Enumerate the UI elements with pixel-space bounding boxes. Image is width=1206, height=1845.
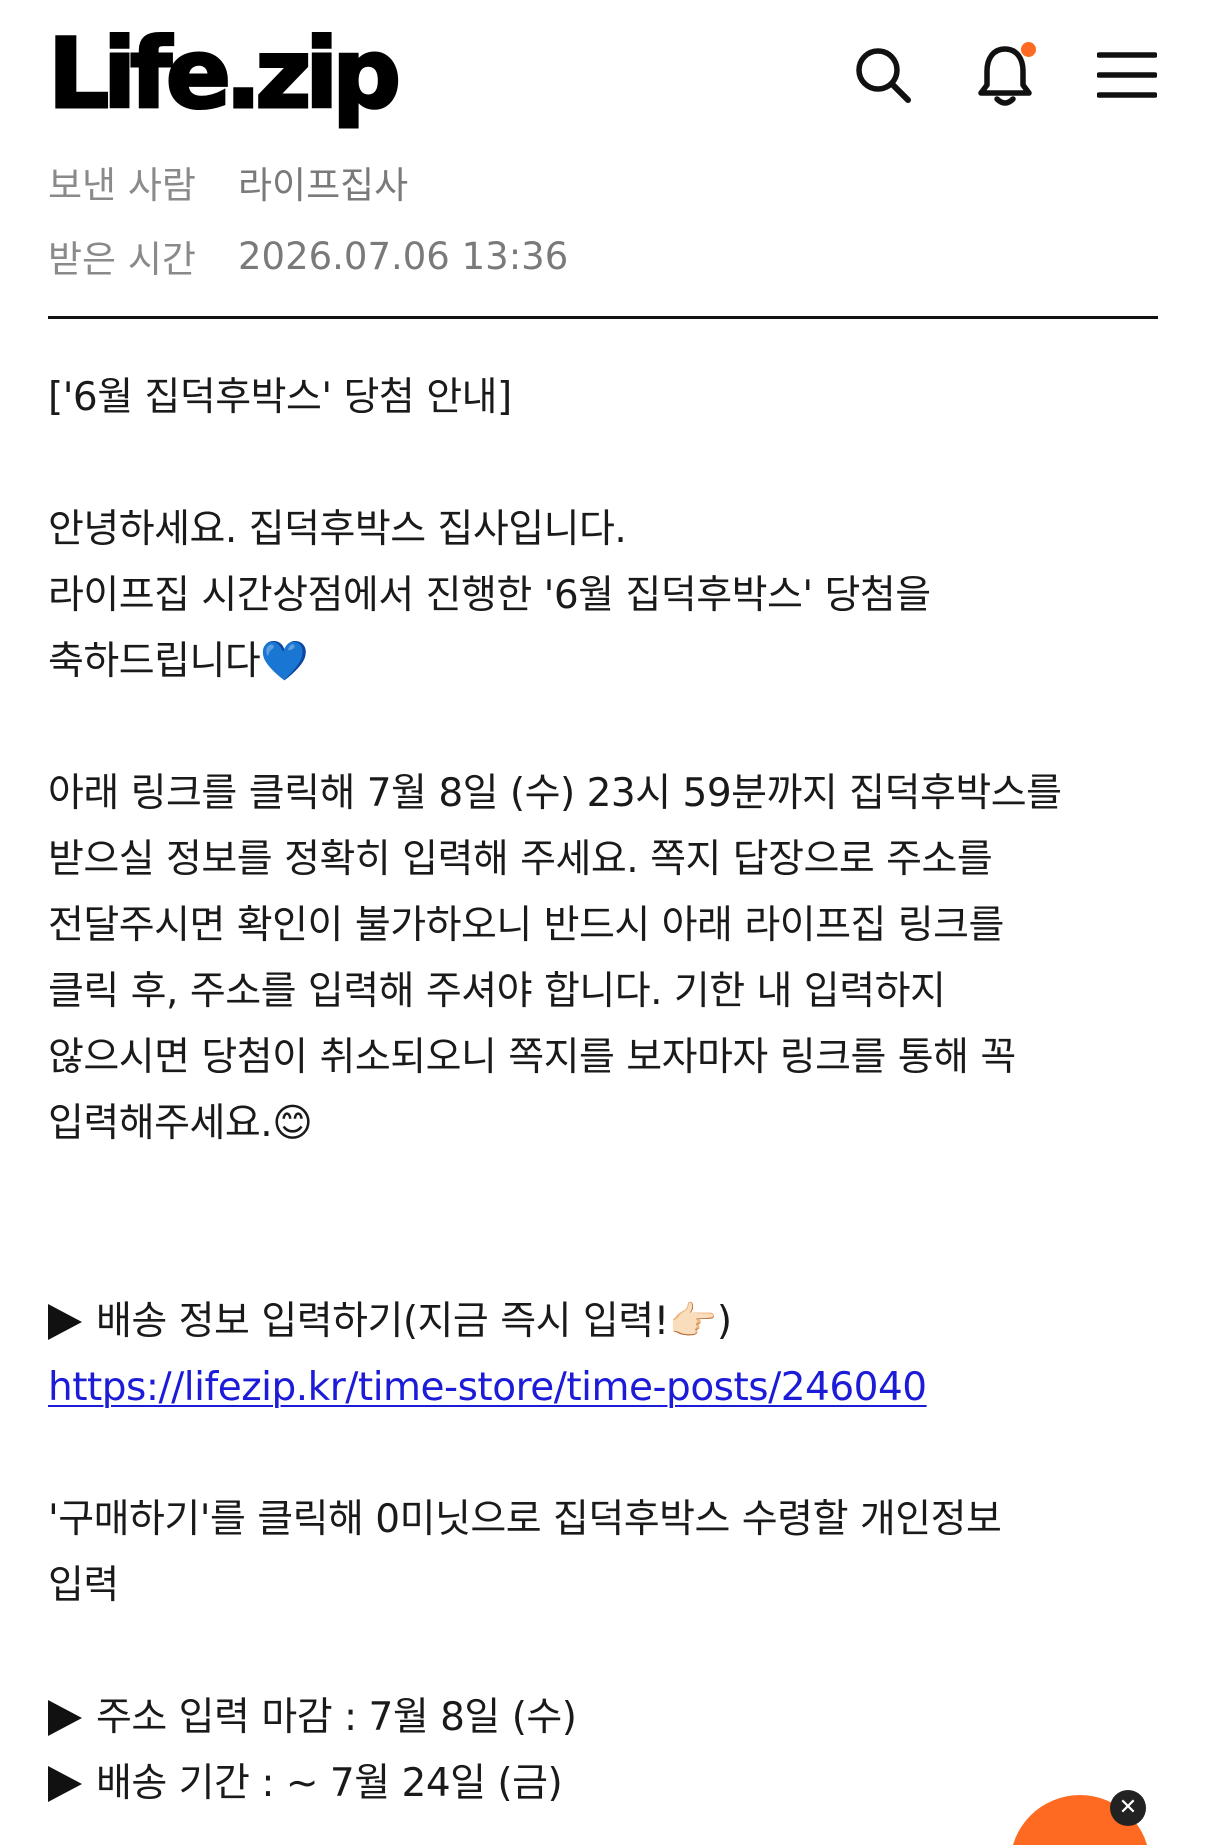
body-line: 라이프집 시간상점에서 진행한 '6월 집덕후박스' 당첨을 xyxy=(48,573,931,618)
app-logo[interactable]: Life.zip xyxy=(47,21,403,128)
app-header: Life.zip xyxy=(47,21,1158,132)
body-line: 아래 링크를 클릭해 7월 8일 (수) 23시 59분까지 집덕후박스를 xyxy=(48,771,1062,816)
sender-value: 라이프집사 xyxy=(238,164,409,207)
body-line: 전달주시면 확인이 불가하오니 반드시 아래 라이프집 링크를 xyxy=(48,903,1004,948)
message-body: ['6월 집덕후박스' 당첨 안내] 안녕하세요. 집덕후박스 집사입니다. 라… xyxy=(48,365,1170,1817)
search-icon[interactable] xyxy=(852,44,914,106)
triangle-bullet-icon xyxy=(48,1700,82,1736)
delivery-row: 배송 기간 : ~ 7월 24일 (금) xyxy=(48,1751,1170,1817)
shipping-info-row: 배송 정보 입력하기(지금 즉시 입력!👉🏻) xyxy=(48,1289,1170,1355)
triangle-bullet-icon xyxy=(48,1766,82,1802)
shipping-info-label: 배송 정보 입력하기(지금 즉시 입력!👉🏻) xyxy=(96,1299,732,1344)
greeting-line: 안녕하세요. 집덕후박스 집사입니다. xyxy=(48,507,627,552)
menu-icon[interactable] xyxy=(1096,44,1158,106)
delivery-text: 배송 기간 : ~ 7월 24일 (금) xyxy=(96,1761,563,1806)
triangle-bullet-icon xyxy=(48,1304,82,1340)
sender-row: 보낸 사람 라이프집사 xyxy=(48,145,568,219)
deadline-row: 주소 입력 마감 : 7월 8일 (수) xyxy=(48,1685,1170,1751)
message-title: ['6월 집덕후박스' 당첨 안내] xyxy=(48,375,512,420)
body-line: 입력해주세요.😊 xyxy=(48,1101,313,1146)
close-icon[interactable]: ✕ xyxy=(1110,1790,1146,1826)
deadline-text: 주소 입력 마감 : 7월 8일 (수) xyxy=(96,1695,577,1740)
body-line: 받으실 정보를 정확히 입력해 주세요. 쪽지 답장으로 주소를 xyxy=(48,837,993,882)
bell-icon[interactable] xyxy=(974,42,1036,106)
header-actions xyxy=(852,42,1158,106)
instruction-line: 입력 xyxy=(48,1563,119,1608)
body-line: 축하드립니다💙 xyxy=(48,639,309,684)
received-label: 받은 시간 xyxy=(48,238,196,281)
header-divider xyxy=(48,316,1158,319)
message-meta: 보낸 사람 라이프집사 받은 시간 2026.07.06 13:36 xyxy=(48,145,568,293)
shipping-info-link[interactable]: https://lifezip.kr/time-store/time-posts… xyxy=(48,1365,927,1410)
sender-label: 보낸 사람 xyxy=(48,164,196,207)
instruction-line: '구매하기'를 클릭해 0미닛으로 집덕후박스 수령할 개인정보 xyxy=(48,1497,1002,1542)
body-line: 않으시면 당첨이 취소되오니 쪽지를 보자마자 링크를 통해 꼭 xyxy=(48,1035,1016,1080)
body-line: 클릭 후, 주소를 입력해 주셔야 합니다. 기한 내 입력하지 xyxy=(48,969,946,1014)
received-row: 받은 시간 2026.07.06 13:36 xyxy=(48,219,568,293)
received-value: 2026.07.06 13:36 xyxy=(238,234,569,278)
notification-dot xyxy=(1021,42,1036,57)
